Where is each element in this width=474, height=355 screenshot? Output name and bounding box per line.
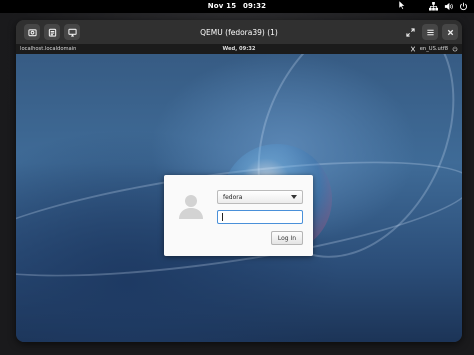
user-select[interactable]: fedora xyxy=(217,190,303,204)
guest-topbar: localhost.localdomain Wed, 09:32 en_US.u… xyxy=(16,44,462,54)
screenshot-button[interactable] xyxy=(24,24,40,40)
system-tray[interactable] xyxy=(429,2,468,11)
user-avatar-icon xyxy=(179,195,203,219)
password-field[interactable] xyxy=(217,210,303,224)
host-time: 09:32 xyxy=(242,2,267,10)
display-icon xyxy=(67,28,77,37)
window-headerbar[interactable]: QEMU (fedora39) (1) xyxy=(16,20,462,44)
text-cursor xyxy=(222,213,223,221)
host-date: Nov 15 xyxy=(207,2,237,10)
clipboard-icon xyxy=(48,28,56,37)
menu-button[interactable] xyxy=(422,24,438,40)
screenshot-icon xyxy=(27,28,37,36)
accessibility-icon[interactable] xyxy=(410,45,416,52)
guest-datetime[interactable]: Wed, 09:32 xyxy=(16,46,462,52)
window-title: QEMU (fedora39) (1) xyxy=(200,28,278,37)
network-icon[interactable] xyxy=(429,2,438,11)
clipboard-button[interactable] xyxy=(44,24,60,40)
volume-icon[interactable] xyxy=(444,2,453,11)
guest-power-icon[interactable] xyxy=(452,45,458,52)
display-button[interactable] xyxy=(64,24,80,40)
selected-user: fedora xyxy=(223,193,243,201)
guest-locale[interactable]: en_US.utf8 xyxy=(420,46,448,52)
mouse-pointer-icon xyxy=(398,0,406,10)
chevron-down-icon xyxy=(291,195,297,199)
login-button[interactable]: Log In xyxy=(271,231,303,245)
guest-screen[interactable]: localhost.localdomain Wed, 09:32 en_US.u… xyxy=(16,44,462,342)
fullscreen-icon xyxy=(405,27,415,37)
power-icon[interactable] xyxy=(459,2,468,11)
login-dialog: fedora Log In xyxy=(164,175,313,256)
qemu-window: QEMU (fedora39) (1) localhost.localdomai… xyxy=(16,20,462,342)
close-icon xyxy=(447,29,453,35)
fullscreen-button[interactable] xyxy=(402,24,418,40)
menu-icon xyxy=(426,29,434,35)
close-button[interactable] xyxy=(442,24,458,40)
